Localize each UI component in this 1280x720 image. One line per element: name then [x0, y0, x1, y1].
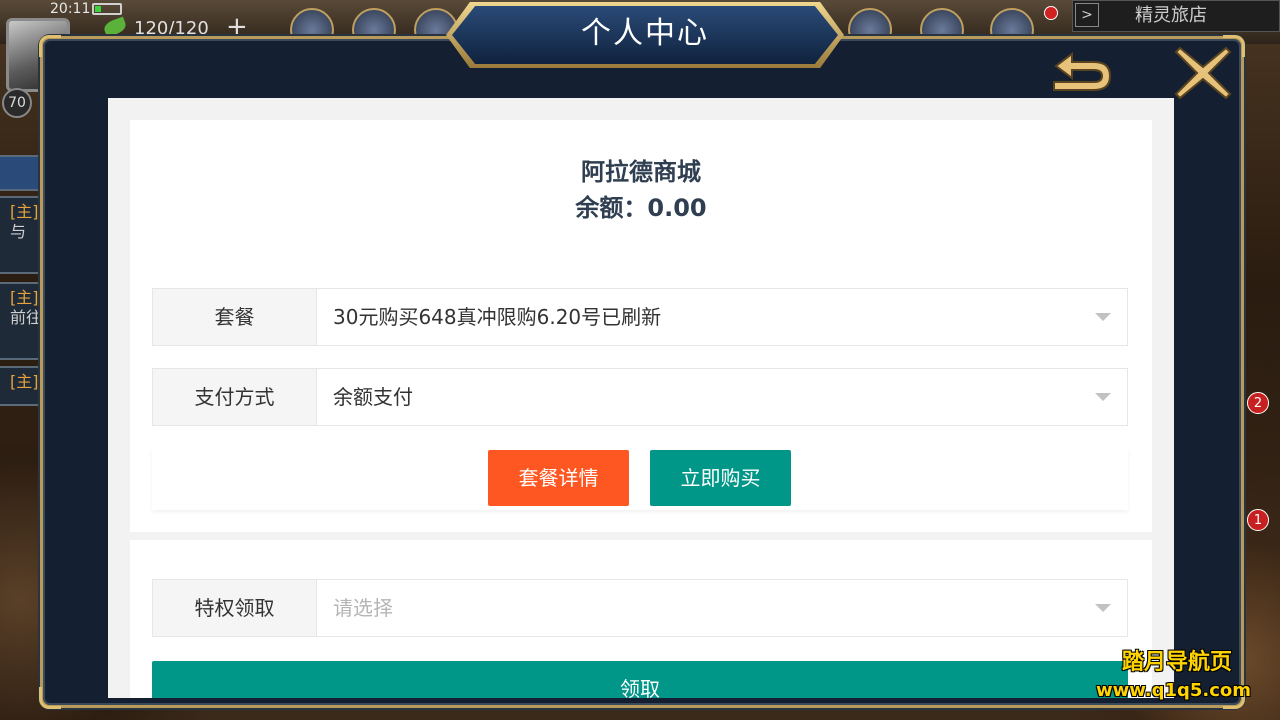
action-bar: 套餐详情 立即购买: [152, 448, 1128, 510]
privilege-label: 特权领取: [153, 580, 317, 636]
payment-select[interactable]: 支付方式 余额支付: [152, 368, 1128, 426]
count-badge: 2: [1247, 392, 1269, 414]
shop-name: 阿拉德商城: [581, 158, 701, 186]
modal-title: 个人中心: [581, 16, 709, 51]
dropdown-caret-icon[interactable]: [1095, 393, 1111, 401]
level-badge: 70: [2, 88, 32, 118]
section-divider: [130, 532, 1152, 540]
quest-text: 与: [10, 222, 27, 241]
package-value[interactable]: 30元购买648真冲限购6.20号已刷新: [333, 289, 661, 345]
package-select[interactable]: 套餐 30元购买648真冲限购6.20号已刷新: [152, 288, 1128, 346]
back-arrow-icon[interactable]: [1044, 50, 1118, 100]
quest-tag: [主]: [10, 372, 39, 391]
expand-arrow-icon[interactable]: >: [1075, 3, 1099, 27]
frame-corner: [39, 35, 61, 57]
balance-value: 0.00: [647, 194, 707, 222]
dropdown-caret-icon[interactable]: [1095, 313, 1111, 321]
inn-label: 精灵旅店: [1135, 5, 1207, 26]
package-label: 套餐: [153, 289, 317, 345]
quest-text: 前往: [10, 308, 43, 327]
notification-dot: [1044, 6, 1058, 20]
watermark-title: 踏月导航页: [1122, 650, 1233, 675]
inn-button[interactable]: > 精灵旅店: [1072, 0, 1280, 32]
quest-tab[interactable]: [主]: [0, 366, 44, 406]
quest-tab-active[interactable]: [0, 155, 44, 191]
privilege-select[interactable]: 特权领取 请选择: [152, 579, 1128, 637]
buy-now-button[interactable]: 立即购买: [650, 450, 791, 506]
quest-tag: [主]: [10, 202, 39, 221]
frame-corner: [39, 687, 61, 709]
claim-button[interactable]: 领取: [152, 661, 1128, 698]
quest-tab[interactable]: [主] 与: [0, 196, 44, 274]
close-x-icon[interactable]: [1172, 42, 1234, 104]
payment-value[interactable]: 余额支付: [333, 369, 413, 425]
quest-tab[interactable]: [主] 前往: [0, 282, 44, 360]
shop-content: 阿拉德商城 余额：0.00 套餐 30元购买648真冲限购6.20号已刷新 支付…: [108, 98, 1174, 698]
count-badge: 1: [1247, 509, 1269, 531]
balance-line: 余额：0.00: [130, 192, 1152, 224]
quest-tag: [主]: [10, 288, 39, 307]
shop-card: 阿拉德商城 余额：0.00 套餐 30元购买648真冲限购6.20号已刷新 支付…: [130, 120, 1152, 698]
balance-label: 余额：: [575, 194, 648, 222]
payment-label: 支付方式: [153, 369, 317, 425]
package-detail-button[interactable]: 套餐详情: [488, 450, 629, 506]
dropdown-caret-icon[interactable]: [1095, 604, 1111, 612]
status-time: 20:11: [50, 1, 91, 17]
privilege-placeholder[interactable]: 请选择: [333, 580, 393, 636]
watermark-url: www.q1q5.com: [1096, 680, 1252, 701]
battery-icon: [92, 3, 122, 15]
